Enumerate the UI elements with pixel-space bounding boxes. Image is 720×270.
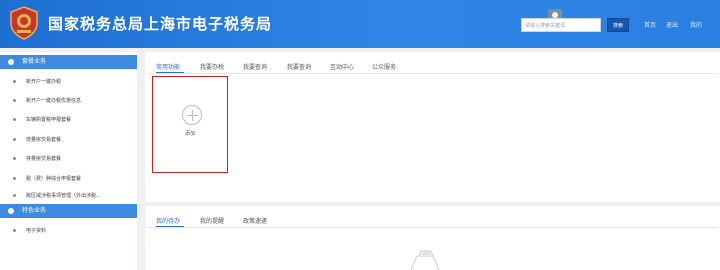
- bullet-icon: [13, 157, 16, 160]
- sidebar-item-label: 增量房交易套餐: [26, 137, 62, 143]
- sidebar-item-label: 电子资料: [26, 228, 47, 234]
- tab-query[interactable]: 我要查询: [243, 62, 267, 71]
- sidebar: 套餐业务 新开户一键办税 新开户一键办税优惠信息 车辆购置税申报套餐 增量房交易…: [0, 52, 137, 270]
- sidebar-item[interactable]: 增量房交易套餐: [0, 136, 137, 143]
- sidebar-item-label: 存量房交易套餐: [26, 156, 62, 162]
- home-link[interactable]: 首页: [644, 20, 656, 29]
- bullet-icon: [13, 80, 16, 83]
- add-label: 添加: [184, 131, 195, 137]
- tab-public-service[interactable]: 公众服务: [372, 62, 396, 71]
- sidebar-item-label: 新开户一键办税: [26, 79, 62, 85]
- sidebar-item[interactable]: 存量房交易套餐: [0, 155, 137, 162]
- tab-my-todo[interactable]: 我的待办: [156, 216, 180, 225]
- bullet-icon: [13, 177, 16, 180]
- special-icon: [8, 208, 14, 214]
- sidebar-section-special[interactable]: 特色业务: [0, 204, 137, 218]
- bullet-icon: [13, 138, 16, 141]
- logout-link[interactable]: 退出: [666, 20, 678, 29]
- sidebar-item[interactable]: 新开户一键办税: [0, 78, 137, 85]
- tab-query-2[interactable]: 我要查询: [287, 62, 311, 71]
- sidebar-section-package[interactable]: 套餐业务: [0, 55, 137, 69]
- sidebar-item[interactable]: 新开户一键办税优惠信息: [0, 97, 137, 104]
- search-button[interactable]: 搜索: [607, 18, 629, 32]
- sidebar-item-label: 车辆购置税申报套餐: [26, 117, 72, 123]
- plus-icon: [182, 105, 202, 125]
- tab-divider: [148, 227, 718, 228]
- bullet-icon: [13, 194, 16, 197]
- tab-divider: [148, 73, 718, 74]
- todo-panel: 我的待办 我的提醒 政策速递: [145, 206, 720, 270]
- sidebar-item[interactable]: 跨区域涉税事项管理（外出涉税...: [0, 192, 137, 199]
- bullet-icon: [13, 99, 16, 102]
- bullet-icon: [13, 229, 16, 232]
- sidebar-section-title: 特色业务: [22, 207, 47, 214]
- tab-tax[interactable]: 我要办税: [200, 62, 224, 71]
- top-header: 国家税务总局上海市电子税务局 请输入搜索关键词 搜索 首页 退出 我的: [0, 0, 720, 48]
- sidebar-item[interactable]: 车辆购置税申报套餐: [0, 116, 137, 123]
- sidebar-item-label: 跨区域涉税事项管理（外出涉税...: [26, 193, 101, 199]
- tax-emblem-icon: [10, 6, 38, 40]
- sidebar-item-label: 税（费）种综合申报套餐: [26, 176, 82, 182]
- tab-common[interactable]: 常用功能: [156, 62, 180, 71]
- tab-my-reminders[interactable]: 我的提醒: [200, 216, 224, 225]
- search-input[interactable]: 请输入搜索关键词: [521, 18, 601, 32]
- sidebar-item[interactable]: 税（费）种综合申报套餐: [0, 175, 137, 182]
- my-link[interactable]: 我的: [690, 20, 702, 29]
- empty-inbox-icon: [410, 250, 440, 270]
- tab-policy[interactable]: 政策速递: [243, 216, 267, 225]
- add-function-button[interactable]: 添加: [152, 76, 228, 173]
- functions-panel: 常用功能 我要办税 我要查询 我要查询 互动中心 公众服务 添加: [145, 52, 720, 202]
- tab-interaction[interactable]: 互动中心: [330, 62, 354, 71]
- sidebar-section-title: 套餐业务: [22, 58, 47, 65]
- sidebar-item[interactable]: 电子资料: [0, 227, 137, 234]
- site-title: 国家税务总局上海市电子税务局: [48, 15, 273, 33]
- sidebar-item-label: 新开户一键办税优惠信息: [26, 98, 82, 104]
- package-icon: [8, 59, 14, 65]
- bullet-icon: [13, 118, 16, 121]
